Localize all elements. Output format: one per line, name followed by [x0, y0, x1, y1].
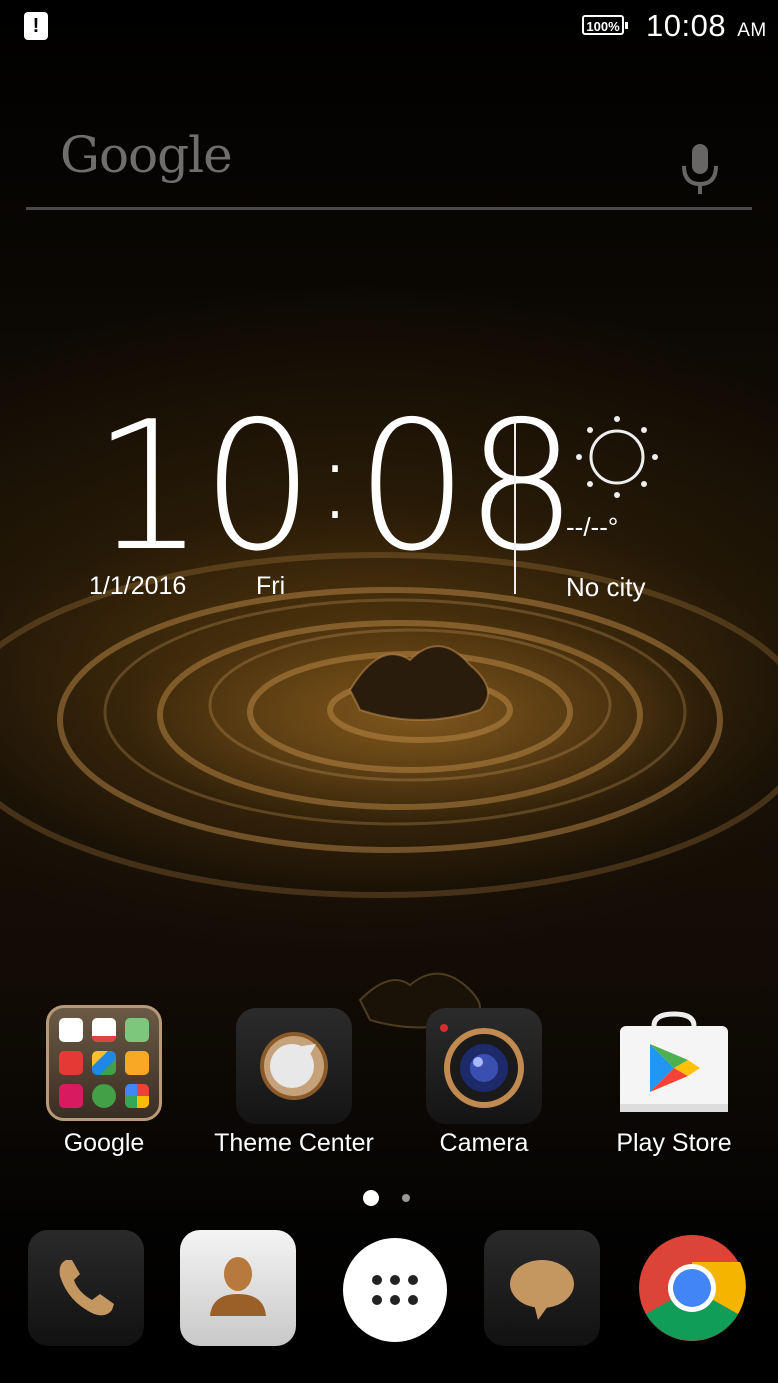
mic-icon[interactable]: [680, 142, 720, 196]
status-ampm: AM: [737, 20, 767, 41]
google-folder-icon: [46, 1005, 162, 1121]
alert-icon[interactable]: !: [24, 12, 48, 40]
widget-date: 1/1/2016: [89, 572, 187, 600]
page-indicator[interactable]: [362, 1188, 422, 1208]
widget-minutes: 08: [355, 383, 578, 590]
widget-colon: :: [316, 416, 354, 544]
google-logo: Google: [60, 126, 233, 184]
status-time: 10:08: [646, 8, 727, 43]
app-drawer-icon[interactable]: [343, 1238, 447, 1342]
sun-icon: [576, 416, 658, 498]
widget-divider: [514, 422, 516, 594]
app-label: Camera: [439, 1129, 529, 1157]
phone-icon[interactable]: [28, 1230, 144, 1346]
play-store-icon: [616, 1008, 732, 1124]
contacts-icon[interactable]: [180, 1230, 296, 1346]
widget-hours: 10: [92, 383, 314, 590]
camera-icon: [426, 1008, 542, 1124]
widget-city: No city: [566, 572, 646, 602]
battery-indicator: 100%: [582, 15, 628, 35]
messages-icon[interactable]: [484, 1230, 600, 1346]
theme-center-icon: [236, 1008, 352, 1124]
search-underline: [26, 207, 752, 210]
google-search-bar[interactable]: Google: [26, 112, 752, 210]
app-label: Theme Center: [214, 1129, 374, 1157]
chrome-icon[interactable]: [636, 1230, 752, 1346]
widget-temperature: --/--°: [566, 512, 619, 542]
widget-day: Fri: [256, 572, 286, 600]
app-label: Play Store: [616, 1129, 732, 1157]
status-bar: ! 100% 10:08 AM: [0, 0, 778, 54]
status-clock: 10:08 AM: [646, 8, 767, 44]
app-label: Google: [63, 1129, 145, 1157]
widget-time: 10:08: [92, 398, 578, 576]
